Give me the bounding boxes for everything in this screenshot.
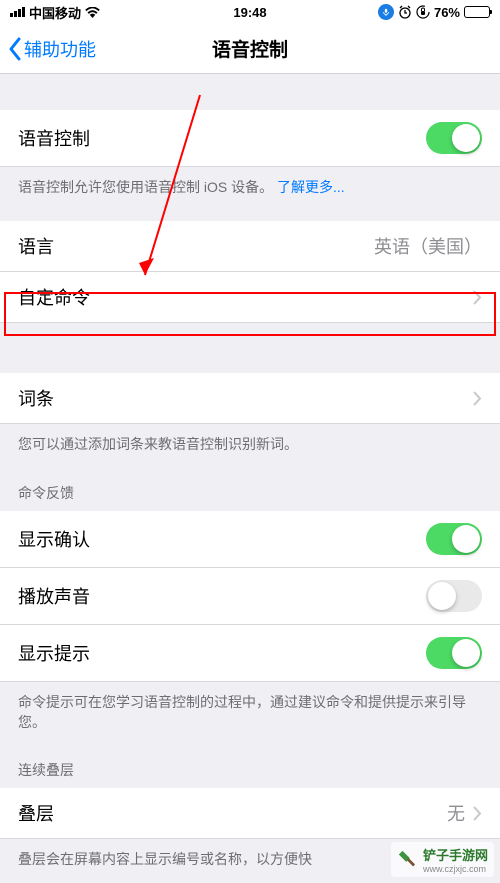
back-button[interactable]: 辅助功能	[8, 36, 96, 62]
show-confirm-toggle[interactable]	[426, 523, 482, 555]
battery-percent: 76%	[434, 5, 460, 20]
alarm-icon	[398, 5, 412, 19]
feedback-header: 命令反馈	[0, 465, 500, 511]
signal-icon	[10, 7, 25, 17]
voice-control-label: 语音控制	[18, 125, 90, 151]
rotation-lock-icon	[416, 5, 430, 19]
language-label: 语言	[18, 233, 54, 259]
overlay-row[interactable]: 叠层 无	[0, 788, 500, 839]
language-value: 英语（美国）	[374, 233, 482, 259]
overlay-value: 无	[447, 800, 465, 826]
language-row[interactable]: 语言 英语（美国）	[0, 221, 500, 272]
vocab-row[interactable]: 词条	[0, 373, 500, 424]
overlay-label: 叠层	[18, 800, 54, 826]
status-left: 中国移动	[10, 3, 100, 22]
play-sound-toggle[interactable]	[426, 580, 482, 612]
hints-note: 命令提示可在您学习语音控制的过程中，通过建议命令和提供提示来引导您。	[0, 682, 500, 743]
watermark-url: www.czjxjc.com	[423, 864, 488, 874]
custom-commands-label: 自定命令	[18, 284, 90, 310]
battery-icon	[464, 6, 490, 18]
show-hints-toggle[interactable]	[426, 637, 482, 669]
vocab-label: 词条	[18, 385, 54, 411]
show-hints-row[interactable]: 显示提示	[0, 625, 500, 682]
voice-control-note: 语音控制允许您使用语音控制 iOS 设备。 了解更多...	[0, 167, 500, 207]
show-confirm-label: 显示确认	[18, 526, 90, 552]
chevron-right-icon	[473, 290, 482, 305]
nav-bar: 辅助功能 语音控制	[0, 24, 500, 74]
play-sound-row[interactable]: 播放声音	[0, 568, 500, 625]
play-sound-label: 播放声音	[18, 583, 90, 609]
voice-control-row[interactable]: 语音控制	[0, 110, 500, 167]
overlay-header: 连续叠层	[0, 742, 500, 788]
chevron-right-icon	[473, 806, 482, 821]
status-right: 76%	[378, 4, 490, 20]
back-label: 辅助功能	[24, 36, 96, 62]
show-hints-label: 显示提示	[18, 640, 90, 666]
chevron-right-icon	[473, 391, 482, 406]
wifi-icon	[85, 7, 100, 18]
show-confirm-row[interactable]: 显示确认	[0, 511, 500, 568]
status-bar: 中国移动 19:48 76%	[0, 0, 500, 24]
voice-control-indicator-icon	[378, 4, 394, 20]
vocab-note: 您可以通过添加词条来教语音控制识别新词。	[0, 424, 500, 464]
shovel-logo-icon	[397, 849, 419, 871]
learn-more-link[interactable]: 了解更多...	[277, 179, 345, 195]
status-time: 19:48	[233, 5, 266, 20]
custom-commands-row[interactable]: 自定命令	[0, 272, 500, 323]
carrier-label: 中国移动	[29, 3, 81, 22]
watermark: 铲子手游网 www.czjxjc.com	[391, 842, 494, 877]
page-title: 语音控制	[212, 35, 288, 62]
watermark-brand: 铲子手游网	[423, 848, 488, 863]
voice-control-toggle[interactable]	[426, 122, 482, 154]
chevron-left-icon	[8, 37, 22, 61]
